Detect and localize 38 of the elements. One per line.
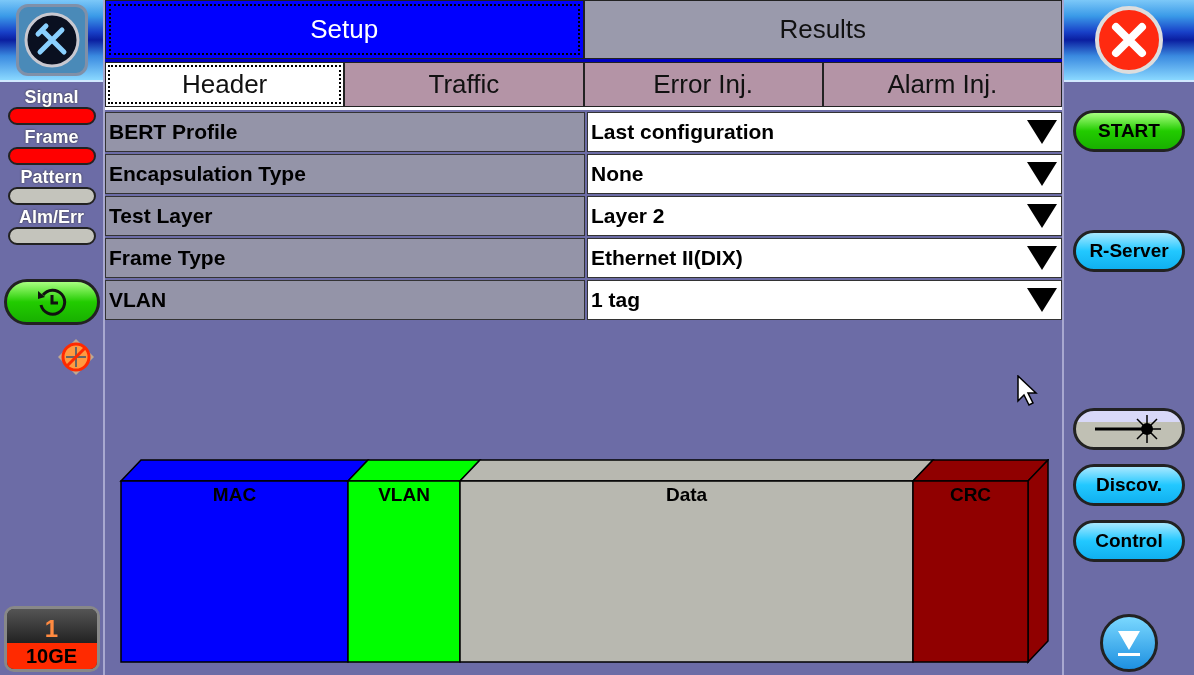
side-button[interactable]: Discov. <box>1073 464 1185 506</box>
tab[interactable]: Results <box>583 0 1062 59</box>
dropdown[interactable]: Layer 2 <box>587 196 1062 236</box>
dropdown[interactable]: Last configuration <box>587 112 1062 152</box>
setting-label: Frame Type <box>105 238 585 278</box>
side-button[interactable]: R-Server <box>1073 230 1185 272</box>
indicator-label: Frame <box>24 127 79 147</box>
caret-icon <box>1027 204 1057 228</box>
history-button[interactable] <box>3 279 100 325</box>
indicator-label: Alm/Err <box>19 207 84 227</box>
start-button[interactable]: START <box>1073 110 1185 152</box>
subtab[interactable]: Traffic <box>344 62 584 107</box>
subtab[interactable]: Header <box>105 62 345 107</box>
subtab[interactable]: Error Inj. <box>583 62 823 107</box>
tab[interactable]: Setup <box>105 0 584 59</box>
frame-format-drawing: MAC VLAN Data CRC <box>119 459 1049 665</box>
subtab[interactable]: Alarm Inj. <box>822 62 1062 107</box>
setting-label: Encapsulation Type <box>105 154 585 194</box>
laser-button[interactable] <box>1073 408 1185 450</box>
port-button[interactable]: 1 10GE <box>3 606 100 672</box>
setting-label: VLAN <box>105 280 585 320</box>
scroll-down-button[interactable] <box>1100 614 1158 672</box>
dropdown[interactable]: None <box>587 154 1062 194</box>
dropdown[interactable]: Ethernet II(DIX) <box>587 238 1062 278</box>
indicator-label: Signal <box>24 87 79 107</box>
setting-label: Test Layer <box>105 196 585 236</box>
setting-label: BERT Profile <box>105 112 585 152</box>
caret-icon <box>1027 246 1057 270</box>
caret-icon <box>1027 162 1057 186</box>
caret-icon <box>1027 120 1057 144</box>
indicator-label: Pattern <box>20 167 83 187</box>
side-button[interactable]: Control <box>1073 520 1185 562</box>
mouse-cursor-icon <box>1017 375 1039 407</box>
tools-app-button[interactable] <box>15 4 88 76</box>
hammer-wrench-icon <box>23 12 80 68</box>
caret-icon <box>1027 288 1057 312</box>
dropdown[interactable]: 1 tag <box>587 280 1062 320</box>
close-icon <box>1111 22 1147 58</box>
